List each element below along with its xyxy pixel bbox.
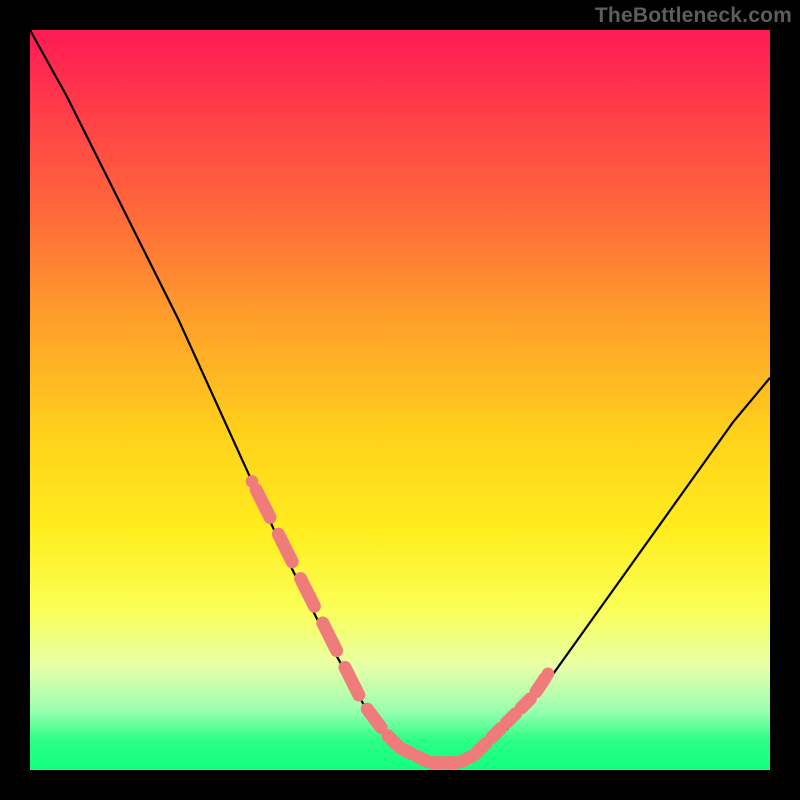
highlight-group xyxy=(246,475,555,762)
highlight-left-seg xyxy=(278,534,292,562)
highlight-left-end xyxy=(246,475,259,488)
highlight-bottom-end xyxy=(394,742,407,755)
chart-stage: TheBottleneck.com xyxy=(0,0,800,800)
main-curve-group xyxy=(30,30,770,763)
highlight-right-end xyxy=(542,668,555,681)
highlight-left-seg xyxy=(345,667,359,695)
highlight-right-seg xyxy=(492,728,501,737)
plot-area xyxy=(30,30,770,770)
curve-svg xyxy=(30,30,770,770)
highlight-bottom-seg xyxy=(418,757,427,762)
highlight-left-seg xyxy=(301,579,315,607)
highlight-right-seg xyxy=(506,714,515,723)
highlight-right-end xyxy=(468,749,481,762)
highlight-left-seg xyxy=(323,623,337,651)
watermark-text: TheBottleneck.com xyxy=(595,4,792,28)
highlight-left-seg xyxy=(256,490,270,518)
highlight-right-seg xyxy=(521,699,530,708)
highlight-right-seg xyxy=(536,678,545,692)
bottleneck-curve-path xyxy=(30,30,770,763)
highlight-left-seg xyxy=(367,709,381,727)
